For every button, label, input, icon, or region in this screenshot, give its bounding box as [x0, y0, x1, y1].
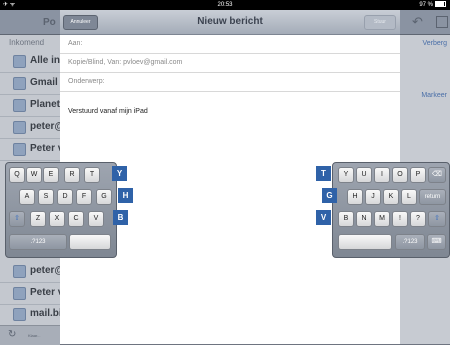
to-label: Aan: [68, 40, 83, 47]
mark-link[interactable]: Markeer [421, 92, 447, 99]
mailbox-row[interactable]: Planet [0, 94, 60, 117]
mailbox-label: Peter v [30, 143, 60, 154]
numbers-key-right[interactable]: .?123 [395, 234, 425, 250]
mailbox-row[interactable]: Gmail [0, 72, 60, 95]
hide-link[interactable]: Verberg [422, 40, 447, 47]
key-h[interactable]: H [347, 189, 363, 205]
key-n[interactable]: N [356, 211, 372, 227]
key-d[interactable]: D [57, 189, 73, 205]
account-icon [13, 287, 26, 300]
shift-right-key[interactable]: ⇧ [428, 211, 446, 227]
mailbox-row[interactable]: Peter v [0, 138, 60, 161]
mailbox-row[interactable]: mail.bij [0, 303, 60, 326]
split-keyboard-right: Y U I O P ⌫ H J K L return B N M ! ? ⇧ .… [332, 162, 450, 258]
key-k[interactable]: K [383, 189, 399, 205]
mailbox-label: Planet [30, 99, 60, 110]
key-p[interactable]: P [410, 167, 426, 183]
compose-icon[interactable] [436, 16, 448, 28]
subject-field[interactable]: Onderwerp: [60, 73, 400, 92]
refresh-icon[interactable]: ↻ [8, 329, 16, 340]
mailbox-label: peter@ [30, 121, 60, 132]
account-icon [13, 308, 26, 321]
account-icon [13, 265, 26, 278]
key-exclamation[interactable]: ! [392, 211, 408, 227]
mailbox-label: Alle ink [30, 55, 60, 66]
delete-key[interactable]: ⌫ [428, 167, 446, 183]
inbox-icon [13, 77, 26, 90]
to-field[interactable]: Aan: [60, 35, 400, 54]
shift-left-key[interactable]: ⇧ [9, 211, 25, 227]
mailbox-label: peter@ [30, 265, 60, 276]
background-title: Po [43, 17, 56, 28]
inbox-icon [13, 99, 26, 112]
compose-title: Nieuw bericht [197, 16, 263, 27]
key-w[interactable]: W [26, 167, 42, 183]
message-body[interactable]: Verstuurd vanaf mijn iPad [68, 108, 148, 115]
cc-from-field[interactable]: Kopie/Blind, Van: pvloev@gmail.com [60, 54, 400, 73]
key-z[interactable]: Z [30, 211, 46, 227]
mailbox-row[interactable]: Alle ink [0, 50, 60, 73]
key-s[interactable]: S [38, 189, 54, 205]
key-y[interactable]: Y [338, 167, 354, 183]
mailbox-label: Gmail [30, 77, 58, 88]
key-u[interactable]: U [356, 167, 372, 183]
space-key-left[interactable] [69, 234, 111, 250]
send-button[interactable]: Stuur [364, 15, 396, 30]
numbers-key-left[interactable]: .?123 [9, 234, 67, 250]
compose-nav-bar: Annuleer Nieuw bericht Stuur [60, 10, 400, 35]
battery-percent: 97 % [419, 2, 433, 8]
inbox-icon [13, 55, 26, 68]
mailbox-label: Peter v [30, 287, 60, 298]
reply-arrow-icon[interactable]: ↶ [412, 14, 424, 29]
key-l[interactable]: L [401, 189, 417, 205]
hide-keyboard-icon[interactable]: ⌨ [427, 234, 446, 250]
clock: 20:53 [217, 2, 233, 8]
ghost-key-b[interactable]: B [113, 210, 128, 225]
ghost-key-t[interactable]: T [316, 166, 331, 181]
key-f[interactable]: F [76, 189, 92, 205]
ghost-key-h[interactable]: H [118, 188, 133, 203]
return-key[interactable]: return [419, 189, 446, 205]
mailbox-label: mail.bij [30, 308, 60, 319]
cc-from-label: Kopie/Blind, Van: pvloev@gmail.com [68, 59, 183, 66]
key-b[interactable]: B [338, 211, 354, 227]
key-x[interactable]: X [49, 211, 65, 227]
battery-icon [435, 1, 446, 8]
ghost-key-y[interactable]: Y [112, 166, 127, 181]
key-r[interactable]: R [64, 167, 80, 183]
key-j[interactable]: J [365, 189, 381, 205]
key-i[interactable]: I [374, 167, 390, 183]
mailbox-toolbar: ↻ Klaar... [0, 325, 60, 345]
status-bar: ✈ ᯤ 20:53 97 % [0, 0, 450, 10]
section-inbox-header: Inkomend [9, 38, 45, 47]
key-q[interactable]: Q [9, 167, 25, 183]
subject-label: Onderwerp: [68, 78, 105, 85]
space-key-right[interactable] [338, 234, 392, 250]
key-a[interactable]: A [19, 189, 35, 205]
key-g[interactable]: G [96, 189, 112, 205]
split-keyboard-left: Q W E R T A S D F G ⇧ Z X C V .?123 [5, 162, 117, 258]
inbox-icon [13, 121, 26, 134]
battery-indicator: 97 % [419, 0, 446, 10]
toolbar-status: Klaar... [28, 333, 41, 338]
key-c[interactable]: C [68, 211, 84, 227]
key-m[interactable]: M [374, 211, 390, 227]
inbox-icon [13, 143, 26, 156]
key-v[interactable]: V [88, 211, 104, 227]
key-o[interactable]: O [392, 167, 408, 183]
key-question[interactable]: ? [410, 211, 426, 227]
mailbox-row[interactable]: peter@ [0, 116, 60, 139]
mailbox-row[interactable]: Peter v [0, 282, 60, 305]
key-e[interactable]: E [43, 167, 59, 183]
ghost-key-v[interactable]: V [316, 210, 331, 225]
mailbox-row[interactable]: peter@ [0, 260, 60, 283]
ghost-key-g[interactable]: G [322, 188, 337, 203]
key-t[interactable]: T [84, 167, 100, 183]
